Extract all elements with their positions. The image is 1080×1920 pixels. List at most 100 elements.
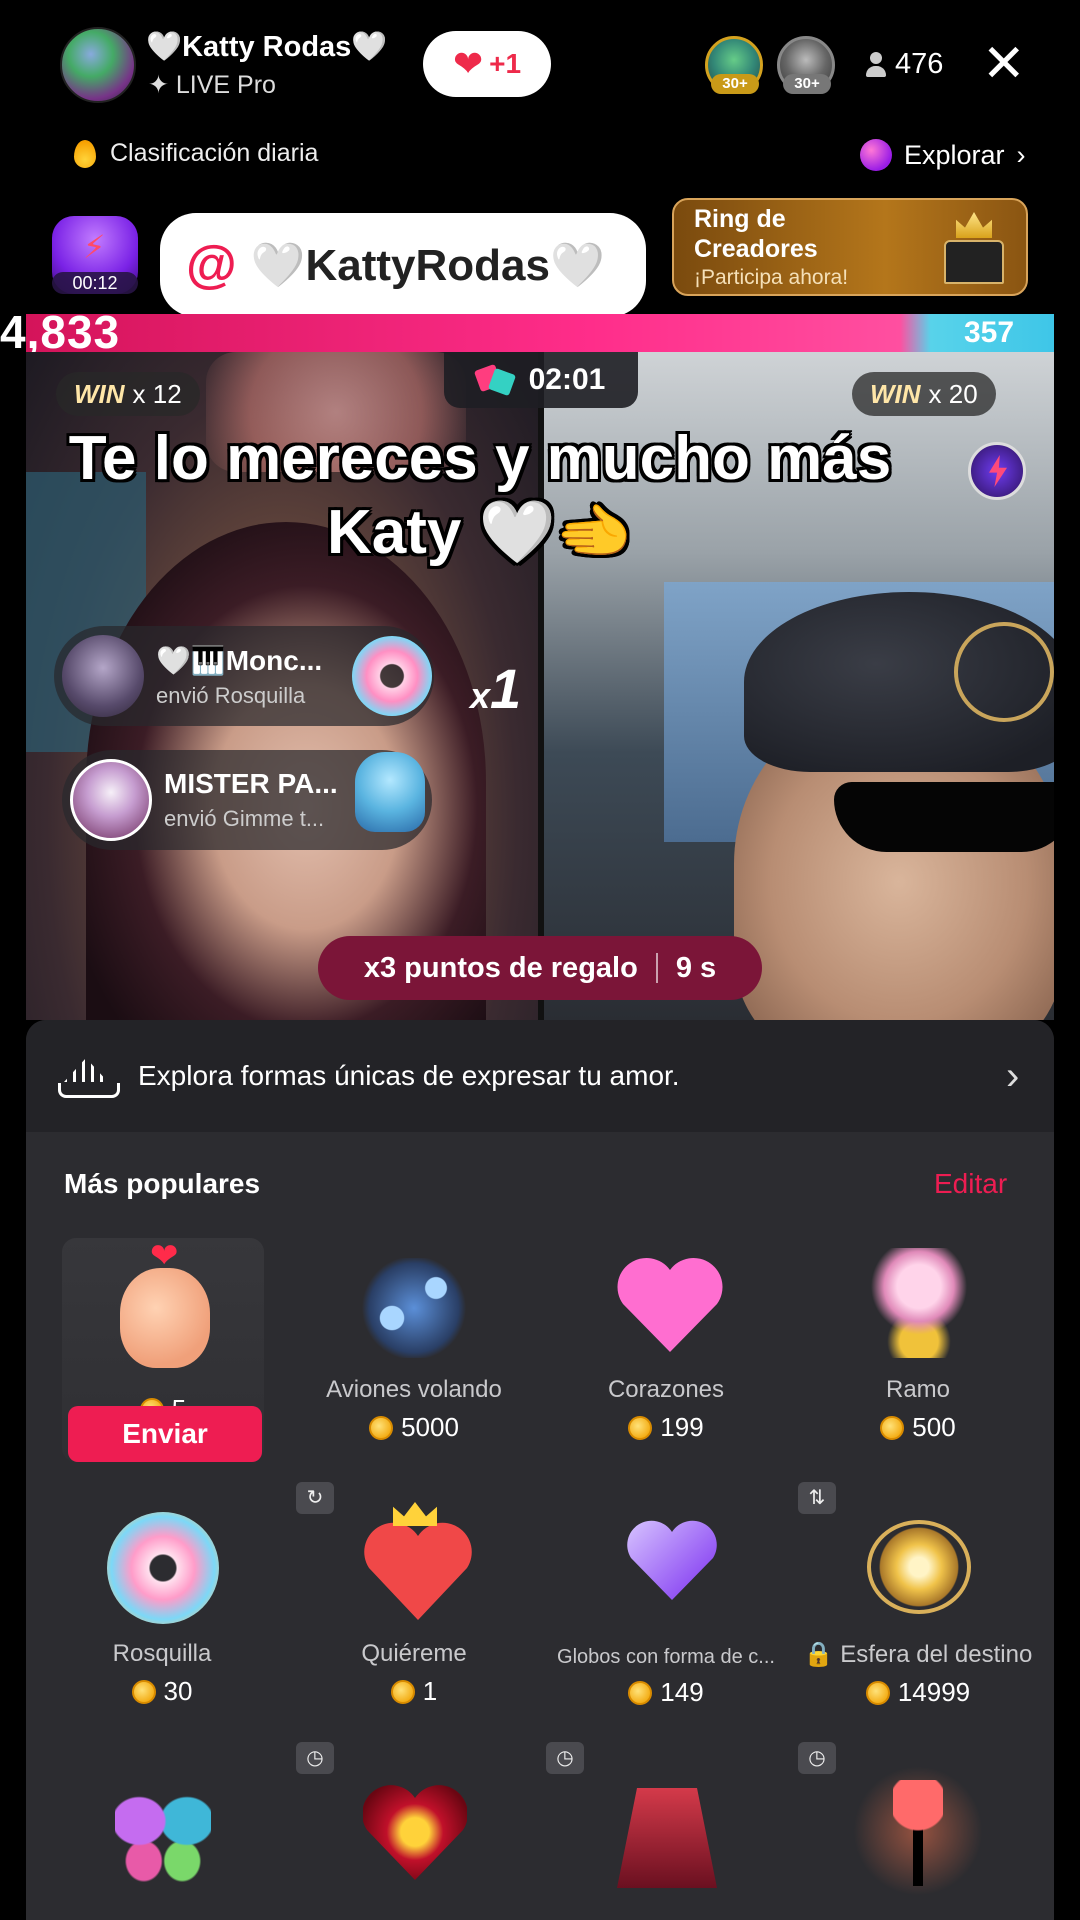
gift-item[interactable]: Globos con forma de c... 149 (556, 1502, 776, 1708)
score-left: 4,833 (0, 306, 121, 358)
microphone-icon (853, 1766, 983, 1896)
ring-heart-icon (349, 1766, 479, 1896)
explore-button[interactable]: Explorar › (860, 139, 1026, 171)
coin-icon (390, 1679, 415, 1704)
caption-line: Te lo mereces y mucho más (68, 424, 892, 493)
gift-item[interactable] (52, 1766, 272, 1896)
battle-timer: 02:01 (444, 352, 638, 408)
gift-item[interactable]: 🔒 Esfera del destino 14999 (788, 1502, 1048, 1708)
gift-price: 5000 (304, 1412, 524, 1443)
avatar[interactable] (62, 635, 144, 717)
gift-item[interactable]: Quiéreme 1 (304, 1502, 524, 1707)
edit-button[interactable]: Editar (934, 1168, 1007, 1200)
price-value: 14999 (897, 1677, 971, 1707)
close-icon[interactable]: ✕ (982, 38, 1026, 90)
win-streak-left: WIN x 12 (56, 372, 200, 416)
daily-ranking[interactable]: Clasificación diaria (74, 139, 318, 168)
gift-price: 500 (808, 1412, 1028, 1443)
section-title: Más populares (64, 1168, 261, 1199)
gift-points-multiplier: x3 puntos de regalo 9 s (318, 936, 762, 1000)
price-value: 500 (912, 1412, 956, 1442)
ranking-label: Clasificación diaria (110, 139, 319, 167)
gift-item[interactable] (808, 1766, 1028, 1896)
follow-like-button[interactable]: ❤ +1 (423, 31, 551, 97)
explore-love-banner[interactable]: Explora formas únicas de expresar tu amo… (26, 1020, 1054, 1132)
combo-count: 1 (490, 657, 522, 720)
gift-price: 149 (556, 1677, 776, 1708)
banner-text: Explora formas únicas de expresar tu amo… (138, 1060, 680, 1091)
flame-icon (74, 139, 96, 168)
win-label: WIN (870, 378, 921, 409)
price-value: 149 (660, 1677, 704, 1707)
person-icon (865, 51, 887, 78)
gift-name: Quiéreme (361, 1640, 467, 1667)
bouquet-icon (853, 1238, 983, 1368)
viewer-badge: 30+ (783, 74, 831, 94)
gift-name: Rosquilla (112, 1640, 212, 1667)
win-count: x 12 (132, 378, 182, 409)
gift-item[interactable]: Aviones volando 5000 (304, 1238, 524, 1443)
host-avatar[interactable] (60, 27, 136, 103)
gift-item[interactable]: Corazones 199 (556, 1238, 776, 1443)
creators-ring-banner[interactable]: Ring de Creadores ¡Participa ahora! (672, 198, 1028, 296)
avatar[interactable] (70, 759, 152, 841)
donut-icon (97, 1502, 227, 1632)
battle-score-bar (26, 314, 1054, 352)
price-value: 30 (163, 1676, 193, 1706)
gift-price: 199 (556, 1412, 776, 1443)
divider (655, 953, 658, 983)
coin-icon (628, 1415, 653, 1440)
viewer-count-value: 476 (895, 48, 944, 80)
top-bar: 🤍Katty Rodas🤍 ✦ LIVE Pro ❤ +1 30+ 30+ 47… (0, 0, 1080, 130)
toast-sender: MISTER PA... (164, 768, 338, 799)
hearts-icon (601, 1238, 731, 1368)
price-value: 199 (660, 1412, 704, 1442)
chevron-right-icon: › (1006, 1054, 1020, 1098)
explore-orb-icon (860, 139, 892, 171)
live-stage-icon (601, 1766, 731, 1896)
at-icon: @ (186, 236, 237, 294)
caption-overlay: Te lo mereces y mucho más Katy 🤍🫲 (40, 422, 920, 570)
explore-label: Explorar (904, 139, 1005, 170)
viewer-count[interactable]: 476 (865, 48, 943, 81)
gift-name: Ramo (885, 1376, 951, 1403)
donut-gift-icon (352, 636, 432, 716)
gift-name: Globos con forma de c... (557, 1646, 775, 1668)
toast-gift: envió Rosquilla (156, 682, 306, 708)
gift-item[interactable]: Rosquilla 30 (52, 1502, 272, 1707)
chevron-right-icon: › (1016, 139, 1026, 170)
caption-line: Katy 🤍🫲 (326, 498, 633, 567)
heart-crown-icon (349, 1502, 479, 1632)
price-value: 1 (422, 1676, 438, 1706)
butterfly-icon (97, 1766, 227, 1896)
toast-sender: 🤍🎹Monc... (156, 644, 323, 676)
price-value: 5000 (401, 1412, 459, 1442)
gift-item[interactable] (304, 1766, 524, 1896)
viewer-badge: 30+ (711, 74, 759, 94)
win-label: WIN (74, 378, 125, 409)
gift-panel: Explora formas únicas de expresar tu amo… (26, 1020, 1054, 1920)
gift-item[interactable]: Ramo 500 (808, 1238, 1028, 1443)
heart-icon: ❤ (452, 43, 484, 84)
toast-gift: envió Gimme t... (164, 806, 325, 831)
gift-name: Aviones volando (326, 1376, 502, 1403)
battle-icon (477, 365, 515, 395)
finger-heart-icon: ❤ (98, 1237, 228, 1378)
gift-price: 30 (52, 1676, 272, 1707)
points-label: x3 puntos de regalo (363, 951, 638, 984)
coin-icon (880, 1415, 905, 1440)
gift-name: Corazones (607, 1376, 725, 1403)
treasure-timer: 00:12 (52, 272, 138, 294)
gift-combo: x1 (470, 656, 521, 721)
boost-icon[interactable] (968, 442, 1026, 500)
like-label: +1 (489, 48, 522, 79)
host-badge: ✦ LIVE Pro (148, 71, 276, 99)
mention-sticker: @ 🤍KattyRodas🤍 (160, 213, 646, 317)
host-name[interactable]: 🤍Katty Rodas🤍 (146, 30, 387, 64)
win-streak-right: WIN x 20 (852, 372, 996, 416)
heart-balloon-icon (601, 1502, 731, 1632)
battle-timer-value: 02:01 (528, 363, 606, 396)
send-button[interactable]: Enviar (68, 1406, 262, 1462)
gift-item[interactable] (556, 1766, 776, 1896)
gift-name: 🔒 Esfera del destino (803, 1641, 1033, 1668)
